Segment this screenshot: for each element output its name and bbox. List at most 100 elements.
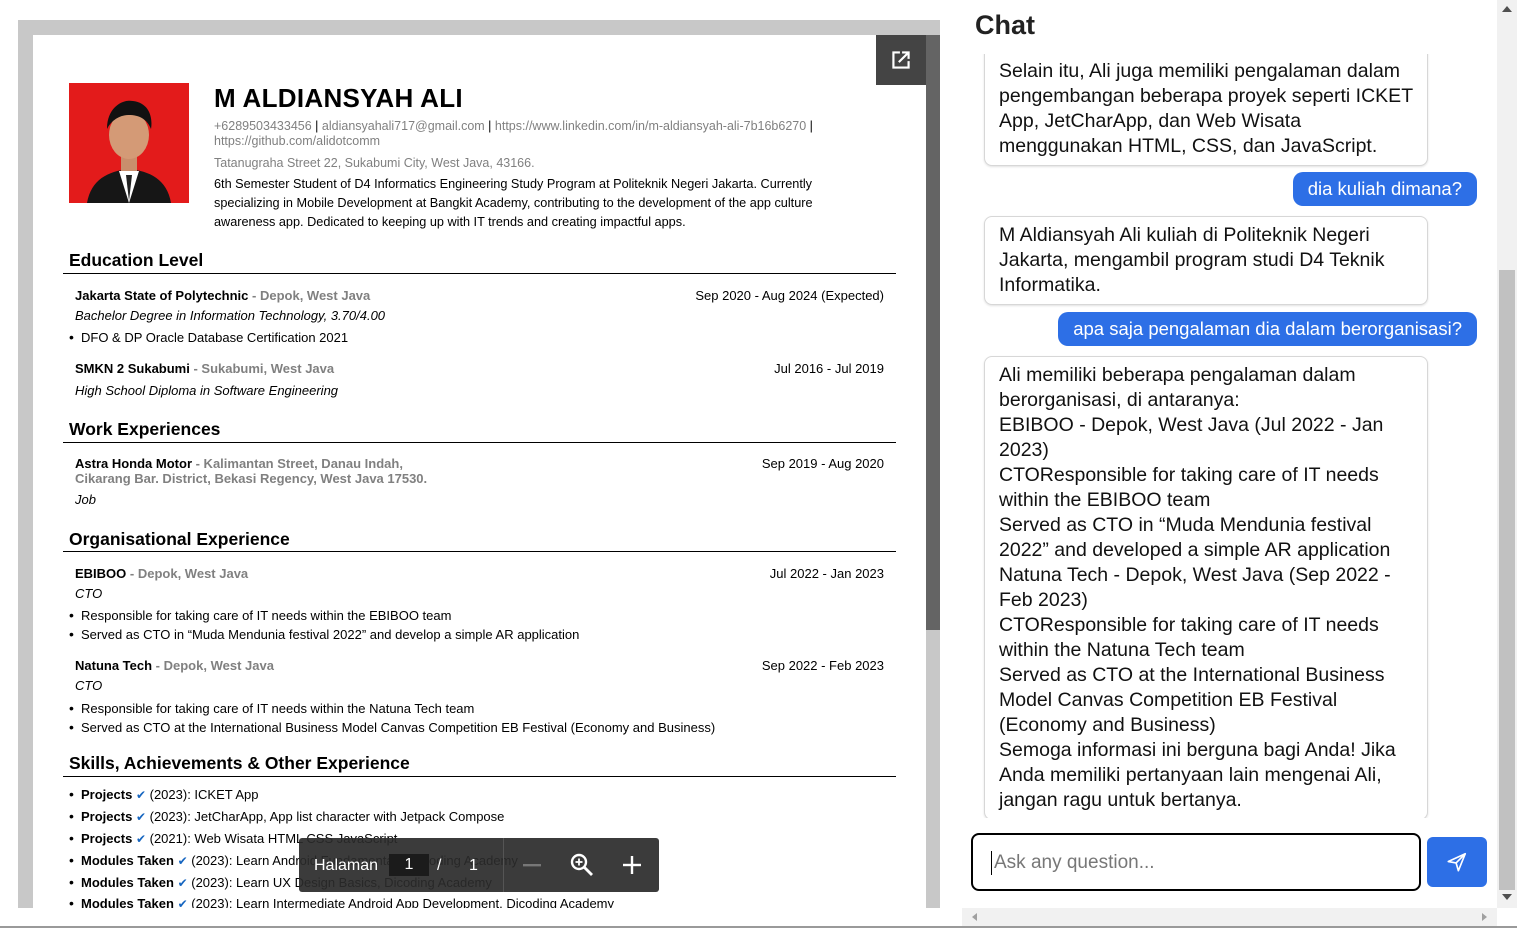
contact-address: Tatanugraha Street 22, Sukabumi City, We… (214, 156, 535, 170)
section-divider (63, 551, 896, 552)
separator: | (809, 119, 813, 133)
verified-icon: ✔︎ (135, 832, 146, 846)
message-line: Semoga informasi ini berguna bagi Anda! … (999, 739, 1396, 811)
current-page-input[interactable]: 1 (389, 854, 429, 876)
skill-item: Projects ✔︎ (2023): ICKET App (69, 786, 259, 802)
entry-location: - Depok, West Java (248, 288, 371, 303)
entry-location-continued: Cikarang Bar. District, Bekasi Regency, … (75, 471, 428, 486)
message-text: M Aldiansyah Ali kuliah di Politeknik Ne… (999, 224, 1385, 296)
scroll-up-arrow-icon[interactable] (1502, 6, 1512, 12)
entry-bullet: DFO & DP Oracle Database Certification 2… (69, 329, 348, 345)
chat-vertical-scrollbar[interactable] (1497, 0, 1517, 908)
entry-role: CTO (75, 586, 103, 601)
entry-bullet: Served as CTO in “Muda Mendunia festival… (69, 626, 579, 642)
chat-input-wrapper (971, 833, 1421, 891)
entry-org: Astra Honda Motor (75, 456, 192, 471)
skill-detail: (2023): Learn Intermediate Android App D… (187, 896, 615, 908)
verified-icon: ✔︎ (135, 810, 146, 824)
separator: | (315, 119, 319, 133)
separator: | (488, 119, 492, 133)
message-line: Served as CTO in “Muda Mendunia festival… (999, 514, 1391, 561)
chat-input[interactable] (991, 851, 1401, 875)
entry-bullet: Responsible for taking care of IT needs … (69, 700, 474, 716)
org-entry: EBIBOO - Depok, West Java Jul 2022 - Jan… (75, 566, 884, 581)
entry-role: CTO (75, 678, 103, 693)
scroll-down-arrow-icon[interactable] (1502, 894, 1512, 900)
entry-location: - Sukabumi, West Java (189, 361, 335, 376)
message-line: EBIBOO - Depok, West Java (Jul 2022 - Ja… (999, 414, 1384, 461)
total-pages: 1 (469, 857, 478, 874)
bot-message: M Aldiansyah Ali kuliah di Politeknik Ne… (984, 216, 1428, 305)
entry-date: Jul 2016 - Jul 2019 (774, 361, 884, 376)
message-text: Selain itu, Ali juga memiliki pengalaman… (999, 60, 1413, 157)
chat-messages[interactable]: Selain itu, Ali juga memiliki pengalaman… (962, 54, 1497, 818)
pdf-page: M ALDIANSYAH ALI +6289503433456 | aldian… (33, 35, 926, 908)
minus-icon (523, 864, 541, 867)
bot-message: Selain itu, Ali juga memiliki pengalaman… (984, 54, 1428, 166)
section-divider (63, 776, 896, 777)
entry-location: - Depok, West Java (152, 658, 274, 673)
entry-bullet: Served as CTO at the International Busin… (69, 719, 715, 735)
section-title-organisational: Organisational Experience (69, 529, 290, 549)
org-entry: Natuna Tech - Depok, West Java Sep 2022 … (75, 658, 884, 673)
pdf-viewer: M ALDIANSYAH ALI +6289503433456 | aldian… (18, 20, 940, 908)
skill-detail: (2023): JetCharApp, App list character w… (146, 809, 505, 824)
skill-label: Modules Taken (81, 853, 174, 868)
entry-degree: Bachelor Degree in Information Technolog… (75, 308, 386, 323)
contact-line: +6289503433456 | aldiansyahali717@gmail.… (214, 119, 874, 149)
work-entry: Astra Honda Motor - Kalimantan Street, D… (75, 456, 884, 471)
open-external-button[interactable] (876, 35, 926, 85)
message-line: Ali memiliki beberapa pengalaman dalam b… (999, 364, 1356, 411)
user-message: apa saja pengalaman dia dalam berorganis… (1058, 312, 1477, 346)
fit-zoom-button[interactable] (567, 850, 597, 880)
entry-date: Jul 2022 - Jan 2023 (769, 566, 884, 581)
scroll-left-arrow-icon[interactable] (972, 913, 977, 921)
entry-degree: High School Diploma in Software Engineer… (75, 383, 339, 398)
section-title-skills: Skills, Achievements & Other Experience (69, 753, 410, 773)
entry-org: Jakarta State of Polytechnic (75, 288, 249, 303)
skill-label: Projects (81, 809, 133, 824)
entry-location: - Depok, West Java (126, 566, 249, 581)
section-title-education: Education Level (69, 250, 204, 270)
send-icon (1447, 852, 1467, 872)
contact-email[interactable]: aldiansyahali717@gmail.com (322, 119, 485, 133)
section-title-work: Work Experiences (69, 419, 221, 439)
education-entry: Jakarta State of Polytechnic - Depok, We… (75, 288, 884, 303)
toolbar-divider (503, 838, 504, 892)
skill-label: Modules Taken (81, 875, 174, 890)
chat-panel: Chat Selain itu, Ali juga memiliki penga… (962, 0, 1517, 928)
verified-icon: ✔︎ (177, 854, 188, 868)
pdf-scrollbar-thumb[interactable] (926, 35, 940, 630)
chat-title: Chat (975, 10, 1035, 40)
education-entry: SMKN 2 Sukabumi - Sukabumi, West Java Ju… (75, 361, 884, 376)
chat-horizontal-scrollbar[interactable] (962, 908, 1497, 926)
bot-message: Ali memiliki beberapa pengalaman dalam b… (984, 356, 1428, 818)
skill-detail: (2023): ICKET App (146, 787, 259, 802)
contact-github[interactable]: https://github.com/alidotcomm (214, 134, 380, 148)
message-line: Natuna Tech - Depok, West Java (Sep 2022… (999, 564, 1391, 611)
message-line: CTOResponsible for taking care of IT nee… (999, 464, 1379, 511)
entry-date: Sep 2019 - Aug 2020 (761, 456, 884, 471)
skill-label: Projects (81, 831, 133, 846)
send-button[interactable] (1427, 837, 1487, 887)
skill-label: Modules Taken (81, 896, 174, 908)
page-separator: / (437, 857, 442, 874)
open-external-icon (892, 51, 910, 69)
skill-item: Modules Taken ✔︎ (2023): Learn Intermedi… (69, 895, 615, 908)
profile-photo (69, 83, 189, 203)
entry-bullet: Responsible for taking care of IT needs … (69, 607, 451, 623)
contact-linkedin[interactable]: https://www.linkedin.com/in/m-aldiansyah… (495, 119, 806, 133)
viewer-left-border (18, 20, 33, 908)
verified-icon: ✔︎ (135, 788, 146, 802)
viewer-top-border (18, 20, 940, 35)
contact-phone: +6289503433456 (214, 119, 312, 133)
scroll-right-arrow-icon[interactable] (1482, 913, 1487, 921)
section-divider (63, 442, 896, 443)
scrollbar-thumb[interactable] (1499, 270, 1515, 890)
user-message: dia kuliah dimana? (1292, 172, 1477, 206)
zoom-out-button[interactable] (517, 850, 547, 880)
resume-name: M ALDIANSYAH ALI (214, 83, 463, 113)
skill-label: Projects (81, 787, 133, 802)
zoom-in-button[interactable] (617, 850, 647, 880)
entry-location: - Kalimantan Street, Danau Indah, (192, 456, 403, 471)
